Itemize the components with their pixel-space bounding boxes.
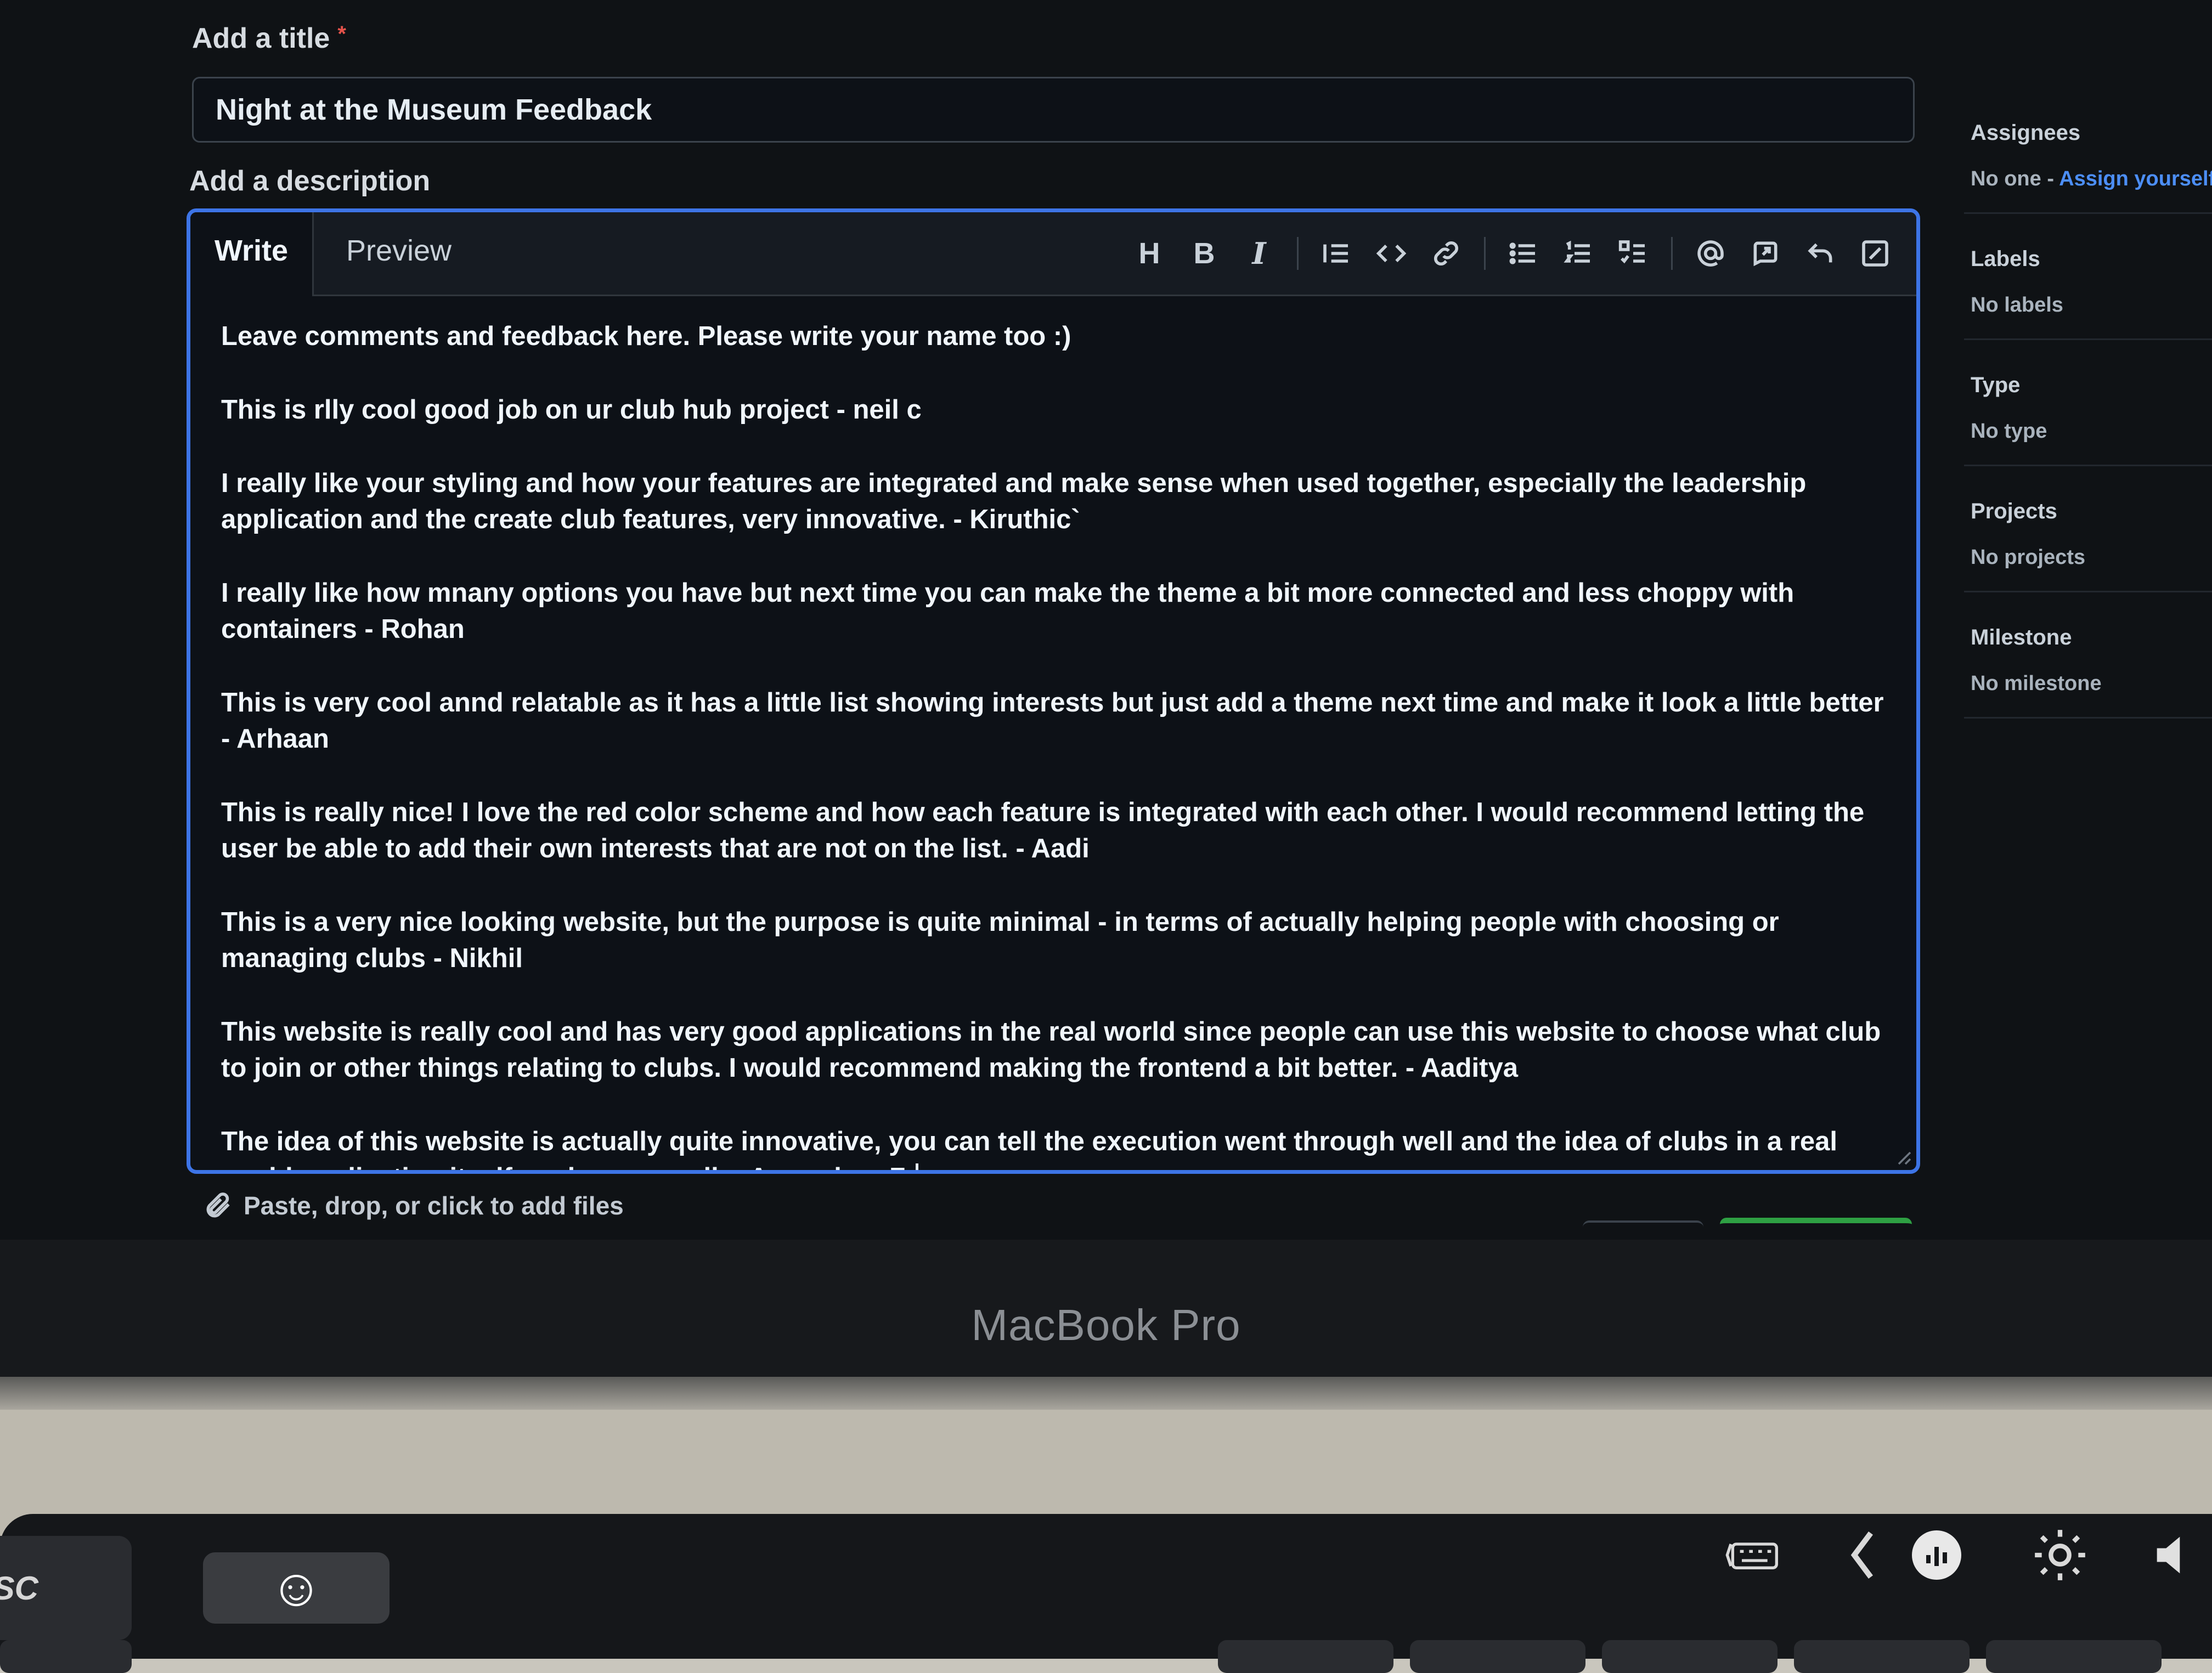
required-marker: *: [337, 22, 346, 46]
last-paragraph-text: The idea of this website is actually qui…: [221, 1127, 1838, 1170]
task-list-icon[interactable]: [1609, 229, 1658, 278]
collapse-chevron-icon[interactable]: [1827, 1525, 1898, 1585]
editor-tabbar: Write Preview H B I: [190, 212, 1916, 296]
assignees-value: No one - Assign yourself: [1971, 167, 2212, 191]
quote-icon[interactable]: [1312, 229, 1361, 278]
comment-paragraph: Leave comments and feedback here. Please…: [221, 321, 1071, 351]
tab-write[interactable]: Write: [190, 212, 314, 296]
toolbar-divider: [1671, 237, 1673, 270]
fullscreen-icon[interactable]: [1850, 229, 1900, 278]
bold-icon[interactable]: B: [1180, 229, 1229, 278]
paperclip-icon: [206, 1192, 230, 1218]
submit-button[interactable]: [1720, 1218, 1912, 1240]
keyboard-key[interactable]: [1218, 1640, 1393, 1673]
type-heading: Type: [1971, 373, 2021, 397]
labels-section[interactable]: Labels No labels: [1964, 236, 2212, 340]
emoji-picker-icon[interactable]: ☺: [203, 1552, 390, 1624]
issue-sidebar: Assignees No one - Assign yourself Label…: [1964, 110, 2212, 741]
keyboard-key[interactable]: [1410, 1640, 1585, 1673]
mention-icon[interactable]: [1686, 229, 1735, 278]
comment-paragraph: This is really nice! I love the red colo…: [221, 798, 1865, 863]
volume-icon[interactable]: [2140, 1525, 2211, 1585]
esc-key[interactable]: SC: [0, 1536, 132, 1640]
keyboard-key[interactable]: [1986, 1640, 2162, 1673]
assignees-none-text: No one -: [1971, 167, 2059, 190]
attach-files-button[interactable]: Paste, drop, or click to add files: [203, 1190, 624, 1221]
comment-paragraph: This is a very nice looking website, but…: [221, 907, 1779, 973]
milestone-section[interactable]: Milestone No milestone: [1964, 614, 2212, 719]
toolbar-divider: [1484, 237, 1486, 270]
projects-value: No projects: [1971, 546, 2086, 569]
tab-preview[interactable]: Preview: [322, 212, 476, 295]
undo-icon[interactable]: [1796, 229, 1845, 278]
title-label-text: Add a title: [192, 22, 330, 54]
labels-heading: Labels: [1971, 247, 2040, 271]
markdown-toolbar: H B I: [1125, 223, 1900, 284]
title-input-value: Night at the Museum Feedback: [216, 93, 652, 126]
comment-paragraph: I really like your styling and how your …: [221, 468, 1807, 534]
projects-section[interactable]: Projects No projects: [1964, 488, 2212, 592]
assignees-section[interactable]: Assignees No one - Assign yourself: [1964, 110, 2212, 214]
comment-paragraph-last: The idea of this website is actually qui…: [221, 1123, 1886, 1170]
code-icon[interactable]: [1367, 229, 1416, 278]
link-icon[interactable]: [1421, 229, 1471, 278]
screen: Add a title * Night at the Museum Feedbac…: [0, 0, 2212, 1240]
description-label: Add a description: [189, 165, 431, 197]
assignees-heading: Assignees: [1971, 121, 2081, 145]
title-input[interactable]: Night at the Museum Feedback: [192, 77, 1915, 143]
description-editor[interactable]: Write Preview H B I Leave comments and f…: [187, 208, 1920, 1174]
resize-grip-icon[interactable]: [1895, 1149, 1912, 1166]
type-section[interactable]: Type No type: [1964, 362, 2212, 466]
italic-icon[interactable]: I: [1234, 229, 1284, 278]
toolbar-divider: [1297, 237, 1299, 270]
type-value: No type: [1971, 420, 2047, 443]
comment-paragraph: This is rlly cool good job on ur club hu…: [221, 395, 922, 425]
ordered-list-icon[interactable]: [1554, 229, 1603, 278]
heading-icon[interactable]: H: [1125, 229, 1174, 278]
laptop-hinge: [0, 1377, 2212, 1410]
keyboard-key[interactable]: [0, 1640, 132, 1673]
labels-value: No labels: [1971, 293, 2063, 316]
text-caret: [915, 1163, 918, 1170]
assign-yourself-link[interactable]: Assign yourself: [2059, 167, 2212, 190]
milestone-heading: Milestone: [1971, 625, 2072, 649]
description-textarea[interactable]: Leave comments and feedback here. Please…: [190, 296, 1916, 1170]
milestone-value: No milestone: [1971, 672, 2102, 695]
comment-paragraph: This website is really cool and has very…: [221, 1017, 1881, 1083]
cancel-button[interactable]: [1583, 1220, 1703, 1239]
reference-icon[interactable]: [1741, 229, 1790, 278]
keyboard-icon[interactable]: [1717, 1525, 1788, 1585]
projects-heading: Projects: [1971, 499, 2057, 523]
comment-paragraph: I really like how mnany options you have…: [221, 578, 1795, 644]
siri-icon[interactable]: [1901, 1525, 1972, 1585]
brightness-icon[interactable]: [2024, 1525, 2096, 1585]
comment-paragraph: This is very cool annd relatable as it h…: [221, 688, 1884, 754]
unordered-list-icon[interactable]: [1499, 229, 1548, 278]
keyboard-key[interactable]: [1794, 1640, 1970, 1673]
laptop-brand-label: MacBook Pro: [971, 1301, 1241, 1349]
attach-files-text: Paste, drop, or click to add files: [244, 1191, 624, 1220]
title-label: Add a title *: [192, 22, 346, 55]
keyboard-key[interactable]: [1602, 1640, 1778, 1673]
